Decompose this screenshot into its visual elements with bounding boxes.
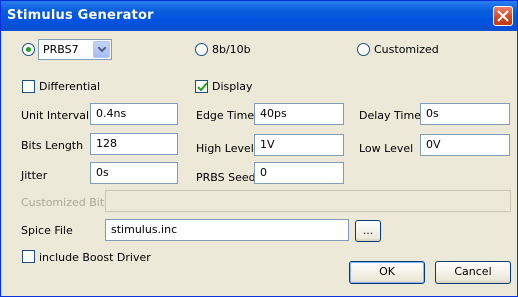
- stimulus-generator-dialog: Stimulus Generator PRBS7 8b/10b Customiz…: [0, 0, 518, 297]
- radio-prbs[interactable]: [22, 43, 35, 56]
- check-icon: [197, 82, 208, 92]
- unit-interval-label: Unit Interval: [21, 109, 90, 122]
- bits-length-field[interactable]: 128: [90, 133, 178, 155]
- customized-bits-label: Customized Bits: [21, 196, 110, 209]
- jitter-label: Jitter: [21, 169, 48, 182]
- low-level-field[interactable]: 0V: [420, 134, 510, 156]
- radio-8b10b[interactable]: [195, 43, 208, 56]
- prbs-select-value: PRBS7: [43, 43, 79, 56]
- ok-button[interactable]: OK: [349, 261, 425, 284]
- delay-time-label: Delay Time: [359, 109, 421, 122]
- window-title: Stimulus Generator: [7, 8, 154, 23]
- radio-customized-label: Customized: [374, 43, 439, 56]
- display-label: Display: [212, 80, 253, 93]
- close-button[interactable]: [493, 6, 513, 26]
- chevron-down-icon: [98, 47, 106, 53]
- unit-interval-field[interactable]: 0.4ns: [90, 103, 178, 125]
- customized-bits-field: [105, 190, 511, 212]
- radio-8b10b-label: 8b/10b: [212, 43, 251, 56]
- low-level-label: Low Level: [359, 142, 414, 155]
- display-checkbox[interactable]: [195, 80, 208, 93]
- title-bar[interactable]: Stimulus Generator: [1, 1, 517, 31]
- prbs-seed-field[interactable]: 0: [254, 162, 344, 184]
- cancel-button[interactable]: Cancel: [435, 261, 511, 284]
- differential-label: Differential: [39, 80, 101, 93]
- high-level-label: High Level: [196, 142, 254, 155]
- edge-time-label: Edge Time: [196, 109, 255, 122]
- bits-length-label: Bits Length: [21, 139, 84, 152]
- spice-file-label: Spice File: [21, 224, 73, 237]
- jitter-field[interactable]: 0s: [90, 162, 178, 184]
- spice-file-field[interactable]: stimulus.inc: [105, 219, 349, 241]
- high-level-field[interactable]: 1V: [254, 134, 344, 156]
- differential-checkbox[interactable]: [22, 80, 35, 93]
- radio-customized[interactable]: [357, 43, 370, 56]
- dropdown-arrow-button[interactable]: [93, 41, 110, 58]
- prbs-seed-label: PRBS Seed: [196, 171, 256, 184]
- prbs-select[interactable]: PRBS7: [38, 39, 112, 60]
- radio-selected-dot: [26, 47, 31, 52]
- edge-time-field[interactable]: 40ps: [254, 103, 344, 125]
- browse-button[interactable]: ...: [355, 220, 381, 242]
- close-icon: [497, 10, 509, 22]
- boost-driver-checkbox[interactable]: [22, 250, 35, 263]
- delay-time-field[interactable]: 0s: [420, 103, 510, 125]
- boost-driver-label: include Boost Driver: [39, 251, 151, 264]
